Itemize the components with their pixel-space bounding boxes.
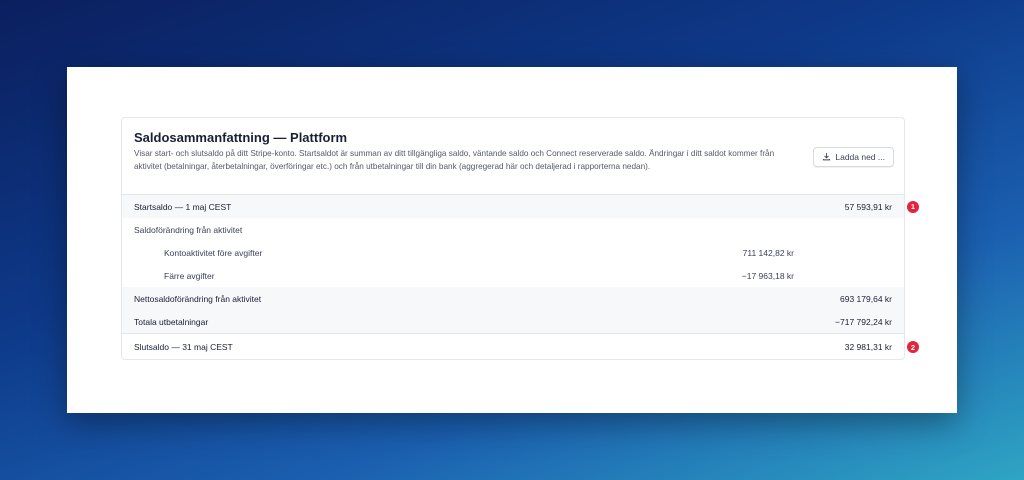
- activity-change-label: Saldoförändring från aktivitet: [134, 224, 243, 235]
- download-button[interactable]: Ladda ned ...: [813, 147, 894, 167]
- row-end-balance: Slutsaldo — 31 maj CEST 32 981,31 kr 2: [122, 333, 919, 360]
- start-balance-amount: 57 593,91 kr: [844, 201, 892, 212]
- card-description: Visar start- och slutsaldo på ditt Strip…: [134, 149, 775, 171]
- download-icon: [822, 152, 831, 163]
- start-balance-label: Startsaldo — 1 maj CEST: [134, 201, 232, 212]
- row-activity-change: Saldoförändring från aktivitet: [122, 218, 904, 241]
- card-title: Saldosammanfattning — Plattform: [134, 130, 348, 145]
- report-frame: Saldosammanfattning — Plattform Visar st…: [67, 67, 957, 413]
- activity-before-fees-label: Kontoaktivitet före avgifter: [164, 247, 263, 258]
- fees-amount: −17 963,18 kr: [741, 270, 794, 281]
- fees-label: Färre avgifter: [164, 270, 215, 281]
- row-start-balance: Startsaldo — 1 maj CEST 57 593,91 kr 1: [122, 194, 919, 218]
- row-net-change: Nettosaldoförändring från aktivitet 693 …: [122, 287, 904, 310]
- marker-badge: 2: [907, 341, 919, 353]
- download-label: Ladda ned ...: [835, 152, 885, 162]
- balance-summary-card: Saldosammanfattning — Plattform Visar st…: [121, 117, 919, 360]
- end-balance-label: Slutsaldo — 31 maj CEST: [134, 342, 233, 352]
- activity-before-fees-amount: 711 142,82 kr: [742, 247, 794, 258]
- row-activity-before-fees: Kontoaktivitet före avgifter 711 142,82 …: [122, 241, 904, 264]
- end-balance-amount: 32 981,31 kr: [844, 342, 892, 352]
- net-change-amount: 693 179,64 kr: [840, 293, 892, 304]
- row-fees: Färre avgifter −17 963,18 kr: [122, 264, 904, 287]
- row-payouts: Totala utbetalningar −717 792,24 kr: [122, 310, 904, 333]
- payouts-amount: −717 792,24 kr: [835, 316, 892, 327]
- marker-badge: 1: [907, 200, 919, 213]
- net-change-label: Nettosaldoförändring från aktivitet: [134, 293, 262, 304]
- card-header: Saldosammanfattning — Plattform Visar st…: [122, 118, 904, 194]
- payouts-label: Totala utbetalningar: [134, 316, 209, 327]
